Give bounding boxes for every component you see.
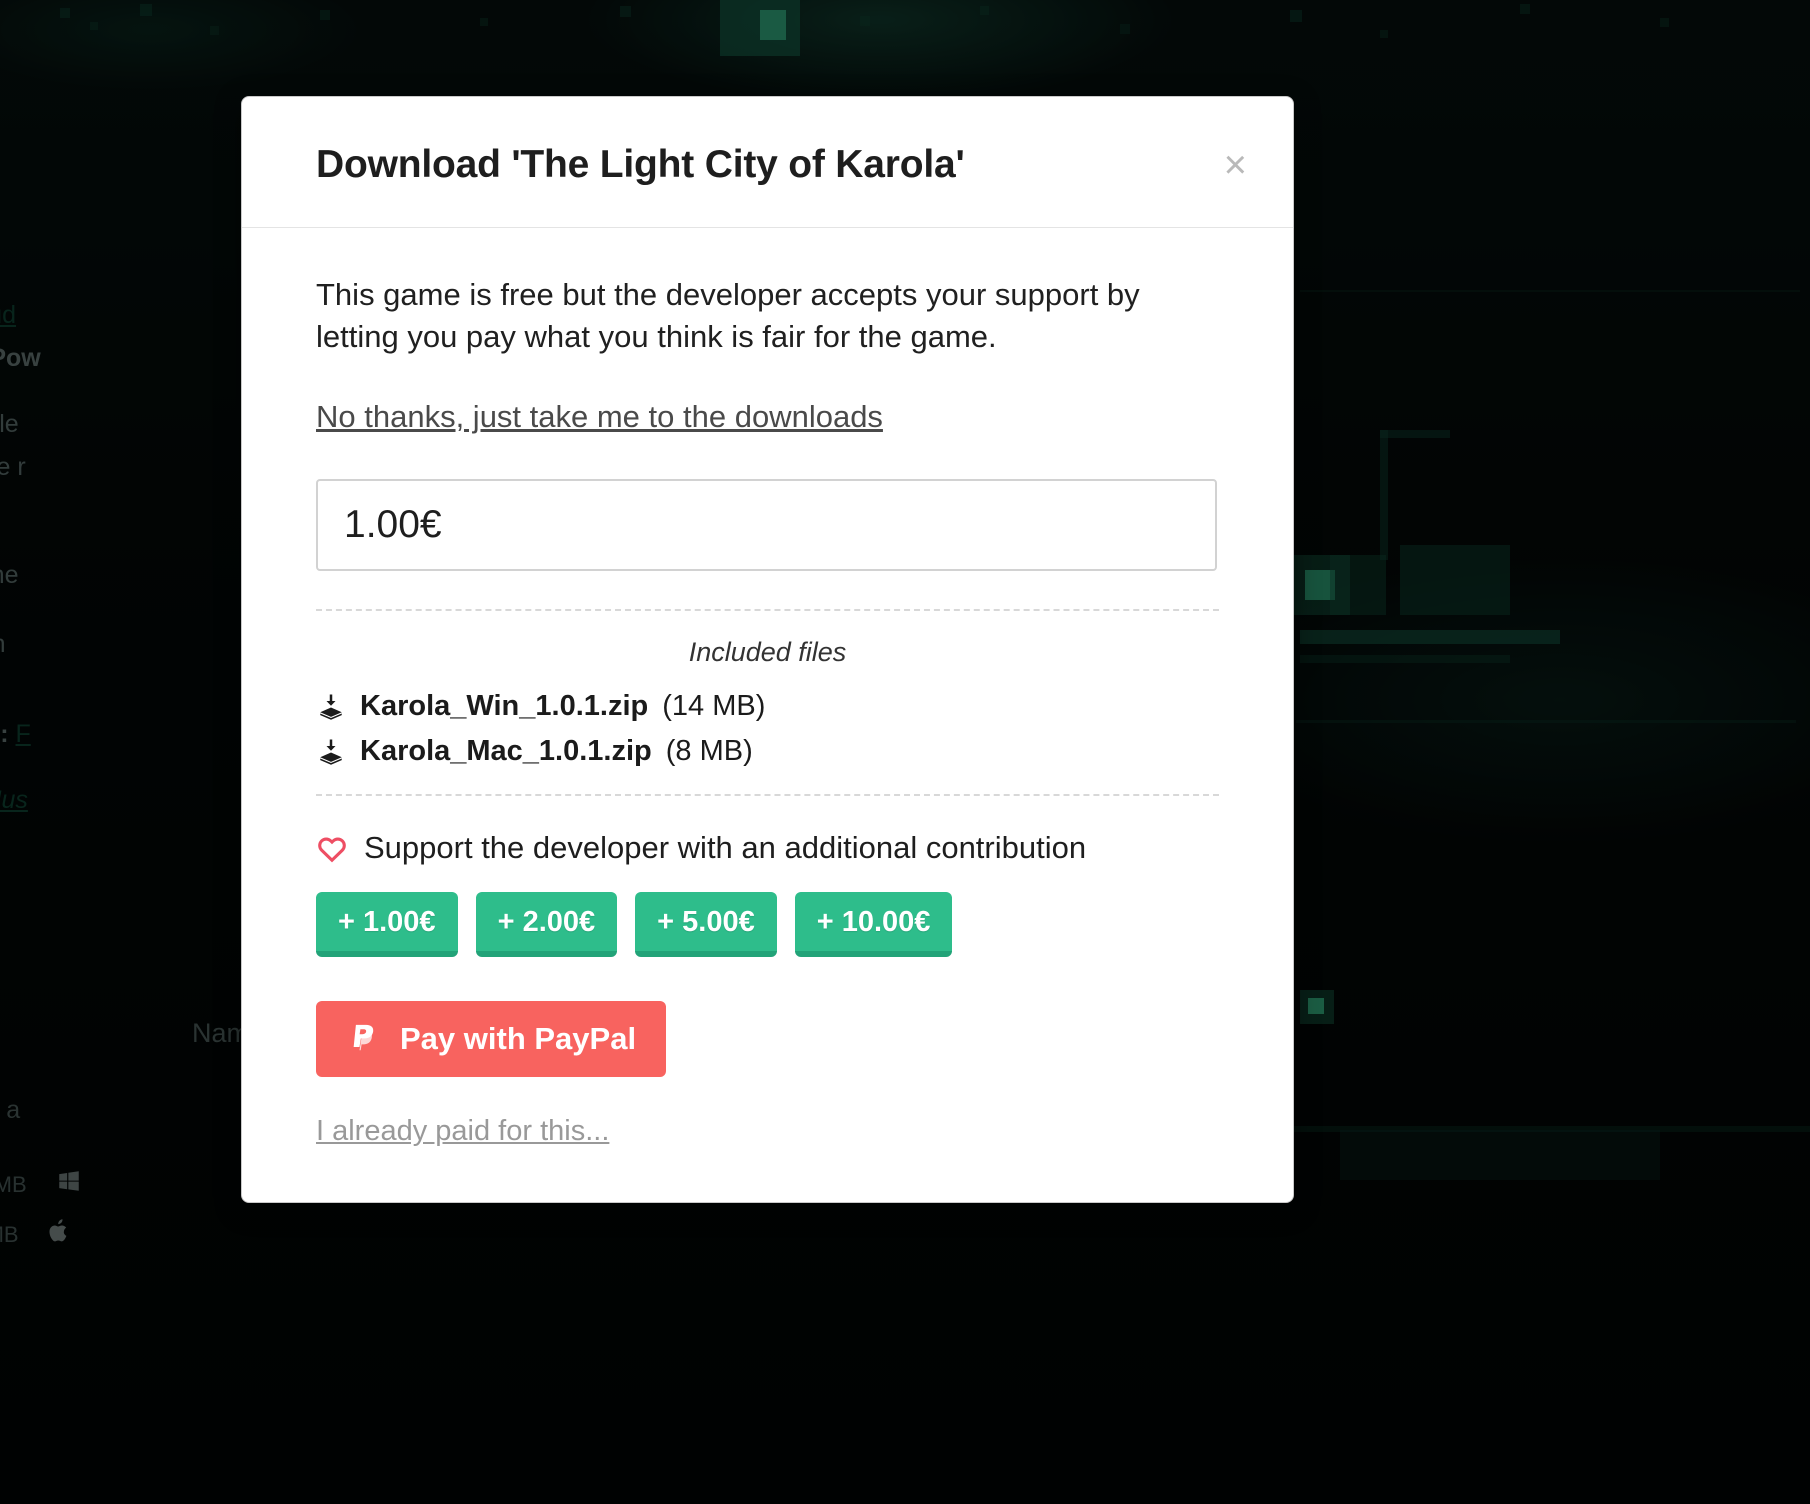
pay-with-paypal-button[interactable]: Pay with PayPal [316,1001,667,1078]
download-icon [316,692,346,722]
heart-icon [316,833,348,863]
divider-top [316,609,1219,612]
tip-button-3[interactable]: + 5.00€ [635,892,777,958]
support-text: Support the developer with an additional… [364,830,1087,866]
no-thanks-link[interactable]: No thanks, just take me to the downloads [316,399,883,435]
file-name: Karola_Mac_1.0.1.zip [360,735,652,768]
support-developer-line: Support the developer with an additional… [316,830,1219,866]
paypal-button-label: Pay with PayPal [400,1021,637,1057]
already-paid-link[interactable]: I already paid for this... [316,1115,609,1148]
price-input[interactable] [316,479,1217,572]
included-file-row[interactable]: Karola_Win_1.0.1.zip (14 MB) [316,690,1219,723]
included-file-row[interactable]: Karola_Mac_1.0.1.zip (8 MB) [316,735,1219,768]
download-modal: Download 'The Light City of Karola' × Th… [241,96,1294,1204]
modal-body: This game is free but the developer acce… [242,228,1293,1202]
divider-bottom [316,794,1219,797]
download-icon [316,737,346,767]
file-size: (8 MB) [665,735,753,768]
tip-button-2[interactable]: + 2.00€ [475,892,618,958]
tip-button-4[interactable]: + 10.00€ [794,892,953,958]
file-size: (14 MB) [662,690,766,723]
included-files-label: Included files [688,637,847,668]
intro-text: This game is free but the developer acce… [316,277,1140,354]
page-title: Download 'The Light City of Karola' [316,143,965,186]
tip-button-1[interactable]: + 1.00€ [316,892,458,958]
paypal-icon [346,1021,382,1057]
modal-header: Download 'The Light City of Karola' × [242,97,1293,228]
tip-buttons-row: + 1.00€ + 2.00€ + 5.00€ + 10.00€ [316,892,1219,958]
file-name: Karola_Win_1.0.1.zip [360,690,649,723]
close-icon[interactable]: × [1224,145,1247,185]
